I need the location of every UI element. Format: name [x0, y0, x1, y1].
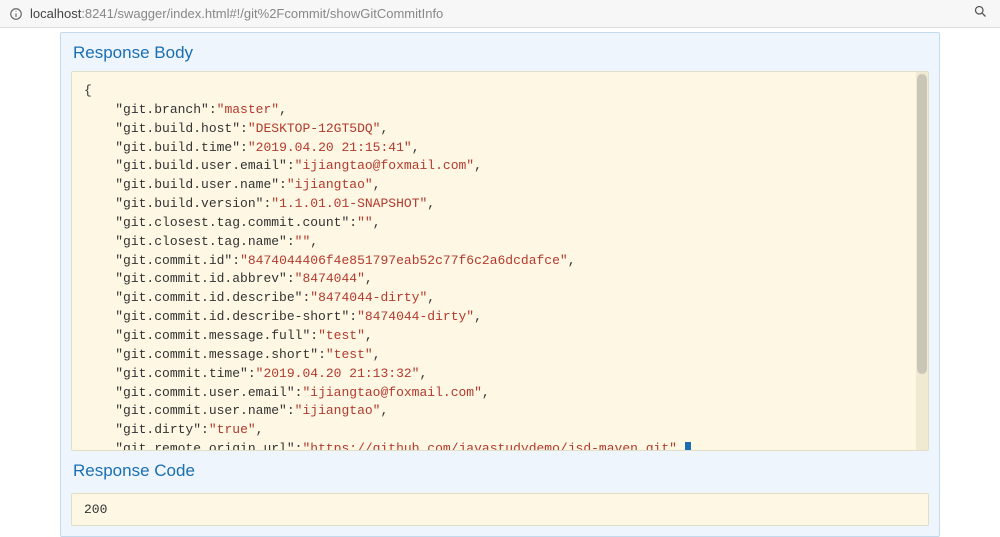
- json-line[interactable]: "git.build.user.name":"ijiangtao",: [84, 176, 916, 195]
- json-value: "ijiangtao": [287, 177, 373, 192]
- json-line[interactable]: "git.build.version":"1.1.01.01-SNAPSHOT"…: [84, 195, 916, 214]
- text-cursor: [685, 442, 691, 451]
- response-code-value: 200: [84, 502, 107, 517]
- url-path: :8241/swagger/index.html#!/git%2Fcommit/…: [81, 6, 443, 21]
- url-text[interactable]: localhost:8241/swagger/index.html#!/git%…: [30, 6, 969, 21]
- json-line[interactable]: "git.remote.origin.url":"https://github.…: [84, 440, 916, 451]
- json-line[interactable]: "git.commit.id.describe":"8474044-dirty"…: [84, 289, 916, 308]
- json-line[interactable]: "git.closest.tag.commit.count":"",: [84, 214, 916, 233]
- response-code-title: Response Code: [71, 457, 929, 489]
- json-value: "": [357, 215, 373, 230]
- json-brace: {: [84, 83, 92, 98]
- json-key: "git.commit.user.name": [115, 403, 287, 418]
- json-line[interactable]: "git.build.host":"DESKTOP-12GT5DQ",: [84, 120, 916, 139]
- json-line[interactable]: "git.commit.id.describe-short":"8474044-…: [84, 308, 916, 327]
- json-key: "git.commit.time": [115, 366, 248, 381]
- json-value: "ijiangtao@foxmail.com": [302, 385, 481, 400]
- json-value: "master": [217, 102, 279, 117]
- json-value: "ijiangtao@foxmail.com": [295, 158, 474, 173]
- response-code-box: 200: [71, 493, 929, 526]
- json-value: "DESKTOP-12GT5DQ": [248, 121, 381, 136]
- json-key: "git.branch": [115, 102, 209, 117]
- json-line[interactable]: "git.commit.id.abbrev":"8474044",: [84, 270, 916, 289]
- response-body-title: Response Body: [71, 39, 929, 71]
- json-key: "git.commit.id.describe": [115, 290, 302, 305]
- json-line[interactable]: "git.commit.id":"8474044406f4e851797eab5…: [84, 252, 916, 271]
- json-line[interactable]: "git.branch":"master",: [84, 101, 916, 120]
- json-value: "2019.04.20 21:13:32": [256, 366, 420, 381]
- json-key: "git.commit.user.email": [115, 385, 294, 400]
- json-line[interactable]: "git.closest.tag.name":"",: [84, 233, 916, 252]
- json-value: "https://github.com/javastudydemo/jsd-ma…: [302, 441, 676, 451]
- swagger-response-panel: Response Body { "git.branch":"master", "…: [60, 32, 940, 537]
- json-key: "git.commit.id": [115, 253, 232, 268]
- json-key: "git.dirty": [115, 422, 201, 437]
- json-key: "git.build.user.name": [115, 177, 279, 192]
- json-value: "8474044": [295, 271, 365, 286]
- json-value: "": [295, 234, 311, 249]
- page-content: Response Body { "git.branch":"master", "…: [0, 28, 1000, 537]
- json-line[interactable]: "git.build.time":"2019.04.20 21:15:41",: [84, 139, 916, 158]
- json-line[interactable]: "git.commit.user.name":"ijiangtao",: [84, 402, 916, 421]
- json-key: "git.build.version": [115, 196, 263, 211]
- response-body-box[interactable]: { "git.branch":"master", "git.build.host…: [71, 71, 929, 451]
- json-line[interactable]: "git.commit.message.short":"test",: [84, 346, 916, 365]
- json-value: "2019.04.20 21:15:41": [248, 140, 412, 155]
- json-key: "git.commit.id.abbrev": [115, 271, 287, 286]
- json-key: "git.commit.message.full": [115, 328, 310, 343]
- url-host: localhost: [30, 6, 81, 21]
- json-value: "1.1.01.01-SNAPSHOT": [271, 196, 427, 211]
- json-value: "test": [318, 328, 365, 343]
- json-content[interactable]: { "git.branch":"master", "git.build.host…: [84, 82, 916, 451]
- json-key: "git.closest.tag.name": [115, 234, 287, 249]
- json-key: "git.build.user.email": [115, 158, 287, 173]
- json-key: "git.commit.message.short": [115, 347, 318, 362]
- json-line[interactable]: "git.commit.message.full":"test",: [84, 327, 916, 346]
- json-value: "8474044406f4e851797eab52c77f6c2a6dcdafc…: [240, 253, 568, 268]
- info-icon: [8, 6, 24, 22]
- json-line[interactable]: "git.commit.time":"2019.04.20 21:13:32",: [84, 365, 916, 384]
- browser-address-bar[interactable]: localhost:8241/swagger/index.html#!/git%…: [0, 0, 1000, 28]
- json-value: "8474044-dirty": [310, 290, 427, 305]
- json-key: "git.commit.id.describe-short": [115, 309, 349, 324]
- json-line[interactable]: "git.build.user.email":"ijiangtao@foxmai…: [84, 157, 916, 176]
- json-value: "test": [326, 347, 373, 362]
- json-value: "8474044-dirty": [357, 309, 474, 324]
- json-key: "git.remote.origin.url": [115, 441, 294, 451]
- json-key: "git.build.host": [115, 121, 240, 136]
- scrollbar-thumb[interactable]: [917, 74, 927, 374]
- json-line[interactable]: "git.dirty":"true",: [84, 421, 916, 440]
- json-line[interactable]: "git.commit.user.email":"ijiangtao@foxma…: [84, 384, 916, 403]
- json-key: "git.closest.tag.commit.count": [115, 215, 349, 230]
- zoom-icon[interactable]: [969, 4, 992, 23]
- scrollbar[interactable]: [916, 72, 928, 450]
- json-value: "ijiangtao": [295, 403, 381, 418]
- json-key: "git.build.time": [115, 140, 240, 155]
- json-line[interactable]: {: [84, 82, 916, 101]
- json-value: "true": [209, 422, 256, 437]
